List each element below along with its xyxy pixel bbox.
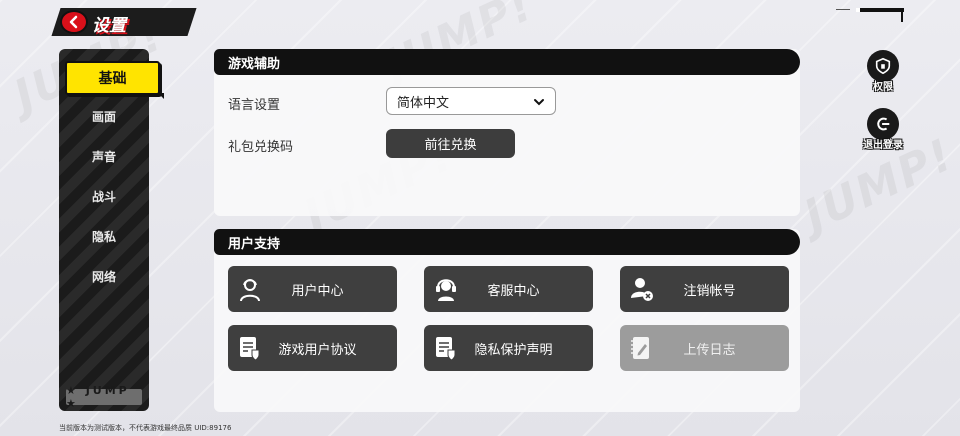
section-title: 用户支持 — [214, 229, 800, 255]
customer-service-button[interactable]: 客服中心 — [424, 266, 593, 312]
document-shield-icon — [436, 337, 456, 361]
user-remove-icon — [631, 278, 653, 301]
button-label: 客服中心 — [487, 283, 540, 299]
delete-account-button[interactable]: 注销帐号 — [620, 266, 789, 312]
headset-icon — [436, 279, 456, 301]
user-center-button[interactable]: 用户中心 — [228, 266, 397, 312]
logout-icon — [877, 117, 890, 131]
status-line — [836, 9, 850, 10]
language-select[interactable]: 简体中文 — [386, 87, 556, 115]
sidebar-item-privacy[interactable]: 隐私 — [59, 221, 149, 251]
button-label: 游戏用户协议 — [278, 342, 357, 358]
chevron-down-icon — [534, 99, 544, 106]
button-label: 注销帐号 — [683, 283, 736, 299]
upload-log-button[interactable]: 上传日志 — [620, 325, 789, 371]
shield-lock-icon — [875, 57, 891, 75]
settings-sidebar: 基础 画面 声音 战斗 隐私 网络 ★ JUMP ★ — [59, 49, 164, 411]
logout-button[interactable]: 退出登录 — [863, 108, 903, 151]
section-title: 游戏辅助 — [214, 49, 800, 75]
back-button[interactable] — [60, 10, 88, 34]
status-tick — [901, 8, 903, 22]
user-agreement-button[interactable]: 游戏用户协议 — [228, 325, 397, 371]
jump-badge: ★ JUMP ★ — [66, 384, 142, 410]
sidebar-item-sound[interactable]: 声音 — [59, 141, 149, 171]
permissions-label: 权限 — [873, 82, 893, 93]
notebook-pen-icon — [631, 337, 649, 359]
permissions-button[interactable]: 权限 — [865, 50, 901, 93]
user-headset-icon — [240, 279, 260, 302]
button-label: 隐私保护声明 — [474, 342, 553, 358]
status-indicator — [856, 8, 904, 12]
gift-code-label: 礼包兑换码 — [228, 140, 294, 155]
sidebar-item-combat[interactable]: 战斗 — [59, 181, 149, 211]
game-assist-panel: 游戏辅助 语言设置 简体中文 礼包兑换码 前往兑换 — [214, 49, 800, 216]
language-value: 简体中文 — [397, 95, 450, 111]
language-label: 语言设置 — [228, 98, 281, 113]
back-arrow-icon — [69, 15, 78, 29]
button-label: 用户中心 — [291, 283, 344, 299]
page-title: 设置 — [92, 16, 126, 36]
privacy-statement-button[interactable]: 隐私保护声明 — [424, 325, 593, 371]
button-label: 上传日志 — [683, 342, 736, 358]
redeem-button[interactable]: 前往兑换 — [386, 129, 515, 158]
user-support-panel: 用户支持 用户中心 客服中心 注销帐号 游戏用户协议 隐私保护声明 上传日志 — [214, 229, 800, 412]
document-shield-icon — [240, 337, 260, 361]
sidebar-item-graphics[interactable]: 画面 — [59, 101, 149, 131]
sidebar-item-basic[interactable]: 基础 — [65, 61, 164, 99]
logout-label: 退出登录 — [863, 140, 903, 151]
sidebar-item-network[interactable]: 网络 — [59, 261, 149, 291]
version-note: 当前版本为测试版本，不代表游戏最终品质 UID:89176 — [59, 424, 232, 432]
